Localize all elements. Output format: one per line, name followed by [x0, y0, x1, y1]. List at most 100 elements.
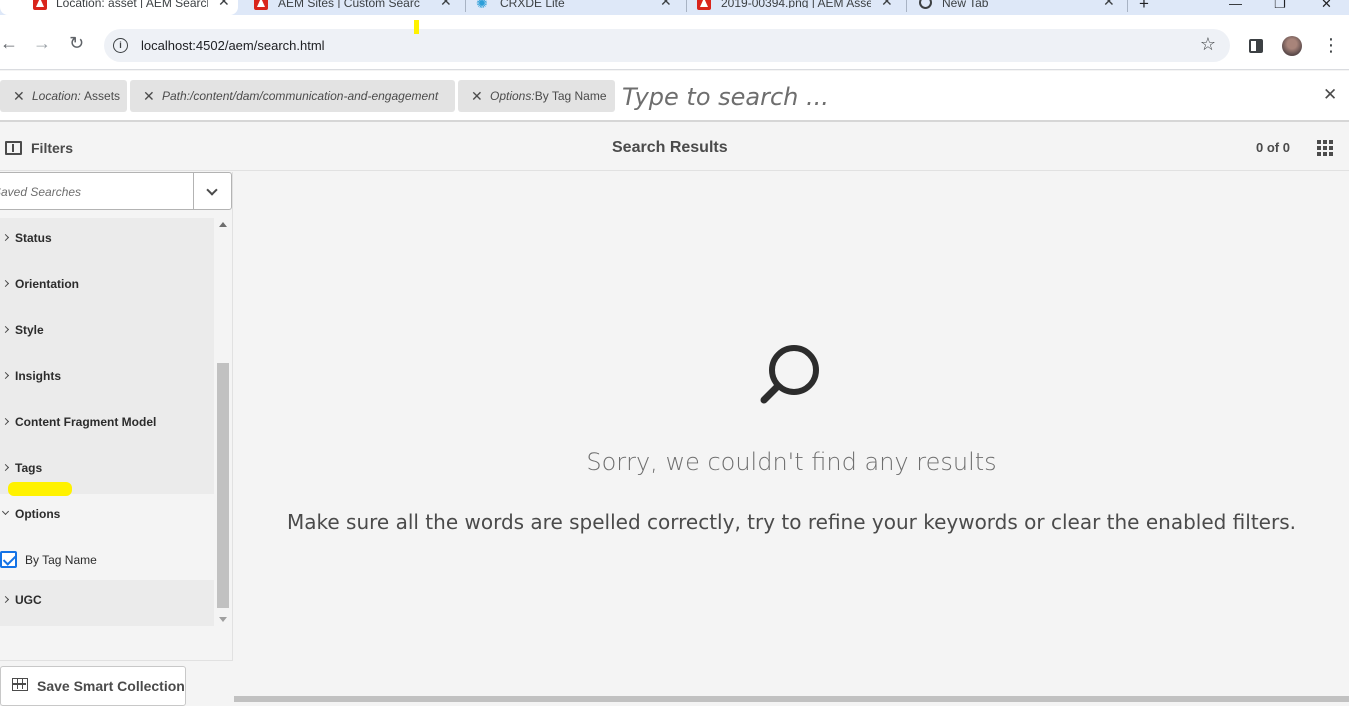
chip-label: Path:/content/dam/communication-and-enga… [162, 80, 438, 112]
remove-chip-icon[interactable]: ✕ [143, 80, 155, 112]
facet-label: Orientation [15, 277, 80, 291]
facet-content-fragment-model[interactable]: Content Fragment Model [0, 402, 214, 448]
close-tab-icon[interactable]: ✕ [440, 0, 452, 8]
close-tab-icon[interactable]: ✕ [881, 0, 893, 8]
page-title: Search Results [612, 139, 728, 156]
facet-orientation[interactable]: Orientation [0, 264, 214, 310]
chip-label: Location: Assets [32, 80, 120, 112]
browser-tab-crxde[interactable]: ✺ CRXDE Lite ✕ [470, 0, 686, 15]
facet-label: Style [15, 323, 44, 337]
empty-state-title: Sorry, we couldn't find any results [586, 448, 997, 476]
chevron-right-icon [1, 325, 10, 334]
browser-tab-title: 2019-00394.png | AEM Asse [721, 0, 871, 8]
facet-status[interactable]: Status [0, 218, 214, 264]
browser-tab-aem-sites[interactable]: AEM Sites | Custom Search F ✕ [246, 0, 462, 15]
close-tab-icon[interactable]: ✕ [1103, 0, 1115, 8]
facet-label: Content Fragment Model [15, 415, 157, 429]
minimize-icon[interactable]: — [1229, 0, 1242, 11]
tab-separator [906, 0, 907, 12]
facet-insights[interactable]: Insights [0, 356, 214, 402]
action-bar: Filters Search Results 0 of 0 [0, 123, 1349, 171]
address-bar[interactable]: i localhost:4502/aem/search.html ☆ [104, 29, 1230, 62]
empty-state-description: Make sure all the words are spelled corr… [287, 510, 1296, 534]
saved-searches-placeholder: Saved Searches [0, 185, 82, 199]
filter-chip-path[interactable]: ✕ Path:/content/dam/communication-and-en… [130, 80, 455, 112]
browser-tab-new-tab[interactable]: New Tab ✕ [910, 0, 1124, 15]
browser-menu-icon[interactable]: ⋮ [1322, 35, 1340, 55]
facet-ugc[interactable]: UGC [0, 580, 214, 626]
by-tag-name-checkbox[interactable] [0, 551, 17, 568]
browser-tab-png-asset[interactable]: 2019-00394.png | AEM Asse ✕ [690, 0, 904, 15]
checkbox-label: By Tag Name [25, 553, 97, 567]
grid-cell [1329, 152, 1333, 156]
search-icon [760, 345, 819, 404]
option-by-tag-name[interactable]: By Tag Name [0, 540, 214, 582]
facet-options[interactable]: Options [0, 494, 214, 540]
save-smart-collection-label: Save Smart Collection [37, 678, 185, 694]
chevron-down-icon[interactable] [193, 173, 231, 209]
close-window-icon[interactable]: ✕ [1321, 0, 1332, 12]
profile-avatar[interactable] [1282, 36, 1302, 56]
grid-cell [1317, 146, 1321, 150]
remove-chip-icon[interactable]: ✕ [471, 80, 483, 112]
chip-label: Options:By Tag Name [490, 80, 607, 112]
omnisearch-bar: ✕ Location: Assets ✕ Path:/content/dam/c… [0, 71, 1349, 122]
save-smart-collection-button[interactable]: Save Smart Collection [0, 666, 186, 706]
url-text[interactable]: localhost:4502/aem/search.html [141, 38, 325, 53]
facet-label: Insights [15, 369, 62, 383]
forward-icon[interactable]: → [33, 32, 51, 54]
side-panel-icon[interactable] [1249, 39, 1263, 53]
highlight-mark [8, 482, 72, 496]
adobe-icon [254, 0, 268, 10]
restore-icon[interactable]: ❐ [1274, 0, 1286, 12]
browser-tab-title: AEM Sites | Custom Search F [278, 0, 420, 8]
browser-tab-aem-search[interactable]: Location: asset | AEM Search ✕ [0, 0, 238, 15]
facet-label: UGC [15, 593, 42, 607]
back-icon[interactable]: ← [0, 32, 18, 54]
tab-separator [1127, 0, 1128, 12]
adobe-icon [697, 0, 711, 10]
facet-label: Options [15, 507, 61, 521]
chevron-right-icon [1, 279, 10, 288]
saved-searches-select[interactable]: Saved Searches [0, 172, 232, 210]
chevron-right-icon [1, 595, 10, 604]
bookmark-star-icon[interactable]: ☆ [1200, 34, 1216, 55]
table-icon [12, 678, 28, 691]
filter-chip-options[interactable]: ✕ Options:By Tag Name [458, 80, 615, 112]
grid-cell [1323, 146, 1327, 150]
filter-rail: Saved Searches Status Orientation Style … [0, 172, 233, 706]
browser-tabstrip: Location: asset | AEM Search ✕ AEM Sites… [0, 0, 1349, 15]
close-search-icon[interactable]: ✕ [1323, 85, 1337, 105]
search-input[interactable] [622, 82, 1302, 112]
highlight-mark [414, 20, 419, 34]
filter-chip-location[interactable]: ✕ Location: Assets [0, 80, 127, 112]
horizontal-scrollbar[interactable] [234, 696, 1349, 702]
grid-cell [1329, 146, 1333, 150]
site-info-icon[interactable]: i [113, 38, 128, 53]
grid-cell [1317, 152, 1321, 156]
scroll-down-arrow-icon[interactable] [219, 617, 227, 622]
chip-value: By Tag Name [534, 89, 607, 103]
chevron-down-icon [1, 507, 10, 516]
remove-chip-icon[interactable]: ✕ [13, 80, 25, 112]
chevron-right-icon [1, 233, 10, 242]
close-tab-icon[interactable]: ✕ [218, 0, 230, 8]
tab-separator [686, 0, 687, 12]
view-switcher-grid-icon[interactable] [1317, 140, 1333, 156]
chevron-right-icon [1, 417, 10, 426]
scrollbar-thumb[interactable] [217, 363, 229, 608]
rail-scrollbar[interactable] [215, 218, 232, 626]
close-tab-icon[interactable]: ✕ [660, 0, 672, 8]
new-tab-button[interactable]: + [1139, 0, 1149, 14]
grid-cell [1317, 140, 1321, 144]
chevron-right-icon [1, 371, 10, 380]
scroll-up-arrow-icon[interactable] [219, 222, 227, 227]
facet-style[interactable]: Style [0, 310, 214, 356]
rail-toggle-icon [5, 141, 22, 155]
browser-toolbar: ← → ↻ i localhost:4502/aem/search.html ☆… [0, 15, 1349, 70]
facet-label: Status [15, 231, 52, 245]
chevron-right-icon [1, 463, 10, 472]
reload-icon[interactable]: ↻ [69, 32, 84, 54]
chrome-icon [919, 0, 932, 9]
grid-cell [1329, 140, 1333, 144]
